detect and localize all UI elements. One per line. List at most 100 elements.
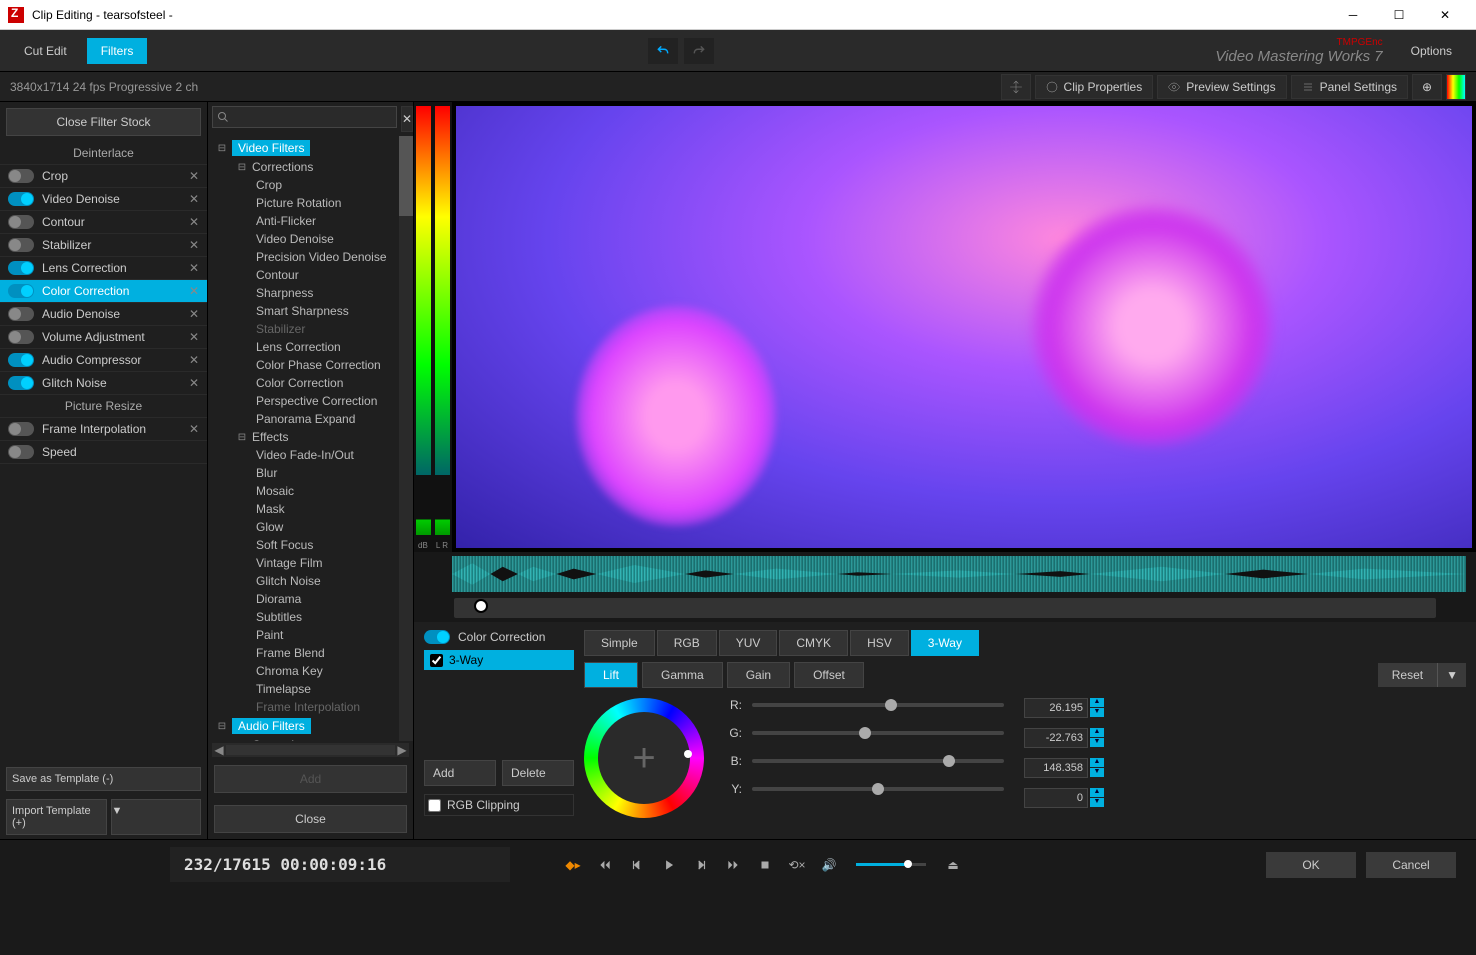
tree-hscroll[interactable]: ◀▶ xyxy=(212,743,409,757)
value-r[interactable]: 26.195 xyxy=(1024,698,1088,718)
volume-slider[interactable] xyxy=(856,863,926,866)
cc-3way-checkbox[interactable] xyxy=(430,654,443,667)
tree-item[interactable]: Color Correction xyxy=(208,374,413,392)
filter-toggle[interactable] xyxy=(8,238,34,252)
filter-item-volume-adjustment[interactable]: Volume Adjustment✕ xyxy=(0,326,207,349)
tree-item[interactable]: Crop xyxy=(208,176,413,194)
color-icon[interactable] xyxy=(1446,74,1466,100)
filter-remove-icon[interactable]: ✕ xyxy=(189,307,199,321)
import-template-dropdown[interactable]: ▼ xyxy=(111,799,202,835)
move-tool-icon[interactable] xyxy=(1001,74,1031,100)
tree-add-button[interactable]: Add xyxy=(214,765,407,793)
tree-item[interactable]: Timelapse xyxy=(208,680,413,698)
tree-item[interactable]: Picture Rotation xyxy=(208,194,413,212)
filter-toggle[interactable] xyxy=(8,307,34,321)
tree-item[interactable]: Smart Sharpness xyxy=(208,302,413,320)
tree-item[interactable]: Vintage Film xyxy=(208,554,413,572)
prev-frame-button[interactable] xyxy=(592,852,618,878)
cc-tab-cmyk[interactable]: CMYK xyxy=(779,630,848,656)
cc-subtab-gain[interactable]: Gain xyxy=(727,662,790,688)
filter-remove-icon[interactable]: ✕ xyxy=(189,353,199,367)
filter-remove-icon[interactable]: ✕ xyxy=(189,284,199,298)
step-fwd-button[interactable] xyxy=(688,852,714,878)
slider-g[interactable] xyxy=(752,731,1004,735)
tree-item[interactable]: Frame Blend xyxy=(208,644,413,662)
filter-item-frame-interpolation[interactable]: Frame Interpolation✕ xyxy=(0,418,207,441)
eject-button[interactable]: ⏏ xyxy=(940,852,966,878)
tree-item[interactable]: Mask xyxy=(208,500,413,518)
cc-enable-toggle[interactable] xyxy=(424,630,450,644)
undo-button[interactable] xyxy=(648,38,678,64)
tree-item[interactable]: Lens Correction xyxy=(208,338,413,356)
filter-item-audio-compressor[interactable]: Audio Compressor✕ xyxy=(0,349,207,372)
audio-waveform[interactable] xyxy=(452,556,1466,592)
color-wheel[interactable]: + xyxy=(584,698,704,818)
tree-item[interactable]: Precision Video Denoise xyxy=(208,248,413,266)
cc-tab-hsv[interactable]: HSV xyxy=(850,630,909,656)
slider-b[interactable] xyxy=(752,759,1004,763)
filter-remove-icon[interactable]: ✕ xyxy=(189,376,199,390)
tree-item[interactable]: Sharpness xyxy=(208,284,413,302)
preview-settings-button[interactable]: Preview Settings xyxy=(1157,75,1286,99)
filters-button[interactable]: Filters xyxy=(87,38,148,64)
cc-subtab-offset[interactable]: Offset xyxy=(794,662,864,688)
tree-item[interactable]: Blur xyxy=(208,464,413,482)
tree-item[interactable]: Panorama Expand xyxy=(208,410,413,428)
filter-item-audio-denoise[interactable]: Audio Denoise✕ xyxy=(0,303,207,326)
filter-toggle[interactable] xyxy=(8,215,34,229)
tree-item[interactable]: Soft Focus xyxy=(208,536,413,554)
search-clear-button[interactable]: ✕ xyxy=(401,106,413,132)
redo-button[interactable] xyxy=(684,38,714,64)
tree-item[interactable]: Chroma Key xyxy=(208,662,413,680)
filter-remove-icon[interactable]: ✕ xyxy=(189,169,199,183)
import-template-button[interactable]: Import Template (+) xyxy=(6,799,107,835)
reset-button[interactable]: Reset xyxy=(1378,663,1437,687)
filter-toggle[interactable] xyxy=(8,445,34,459)
filter-item-deinterlace[interactable]: Deinterlace xyxy=(0,142,207,165)
tree-item[interactable]: Contour xyxy=(208,266,413,284)
tree-item[interactable]: ⊟Corrections xyxy=(208,158,413,176)
tree-item[interactable]: Color Phase Correction xyxy=(208,356,413,374)
filter-toggle[interactable] xyxy=(8,330,34,344)
tree-close-button[interactable]: Close xyxy=(214,805,407,833)
tree-item[interactable]: Video Denoise xyxy=(208,230,413,248)
filter-item-stabilizer[interactable]: Stabilizer✕ xyxy=(0,234,207,257)
tree-item[interactable]: Anti-Flicker xyxy=(208,212,413,230)
timeline-scrubber[interactable] xyxy=(454,598,1436,618)
clip-properties-button[interactable]: Clip Properties xyxy=(1035,75,1154,99)
video-preview[interactable] xyxy=(456,106,1472,548)
stop-button[interactable] xyxy=(752,852,778,878)
filter-toggle[interactable] xyxy=(8,192,34,206)
filter-search-input[interactable] xyxy=(212,106,397,128)
loop-button[interactable]: ⟲× xyxy=(784,852,810,878)
filter-item-video-denoise[interactable]: Video Denoise✕ xyxy=(0,188,207,211)
tree-item[interactable]: ⊟Effects xyxy=(208,428,413,446)
spinner[interactable]: ▲▼ xyxy=(1090,758,1104,778)
filter-remove-icon[interactable]: ✕ xyxy=(189,330,199,344)
filter-toggle[interactable] xyxy=(8,353,34,367)
add-panel-button[interactable]: ⊕ xyxy=(1412,74,1442,100)
close-filter-stock-button[interactable]: Close Filter Stock xyxy=(6,108,201,136)
value-b[interactable]: 148.358 xyxy=(1024,758,1088,778)
panel-settings-button[interactable]: Panel Settings xyxy=(1291,75,1408,99)
mark-in-button[interactable]: ◆▸ xyxy=(560,852,586,878)
tree-item[interactable]: Glitch Noise xyxy=(208,572,413,590)
filter-remove-icon[interactable]: ✕ xyxy=(189,192,199,206)
rgb-clipping-checkbox[interactable] xyxy=(428,799,441,812)
tree-item[interactable]: Stabilizer xyxy=(208,320,413,338)
next-frame-button[interactable] xyxy=(720,852,746,878)
filter-item-contour[interactable]: Contour✕ xyxy=(0,211,207,234)
save-template-button[interactable]: Save as Template (-) xyxy=(6,767,201,791)
tree-scrollbar[interactable] xyxy=(399,136,413,741)
cc-item-3way[interactable]: 3-Way xyxy=(424,650,574,670)
filter-toggle[interactable] xyxy=(8,284,34,298)
filter-item-color-correction[interactable]: Color Correction✕ xyxy=(0,280,207,303)
cc-subtab-gamma[interactable]: Gamma xyxy=(642,662,723,688)
cc-add-button[interactable]: Add xyxy=(424,760,496,786)
value-y[interactable]: 0 xyxy=(1024,788,1088,808)
cc-subtab-lift[interactable]: Lift xyxy=(584,662,638,688)
step-back-button[interactable] xyxy=(624,852,650,878)
cc-tab-3-way[interactable]: 3-Way xyxy=(911,630,979,656)
tree-item[interactable]: ⊟Corrections xyxy=(208,736,413,741)
volume-icon[interactable]: 🔊 xyxy=(816,852,842,878)
